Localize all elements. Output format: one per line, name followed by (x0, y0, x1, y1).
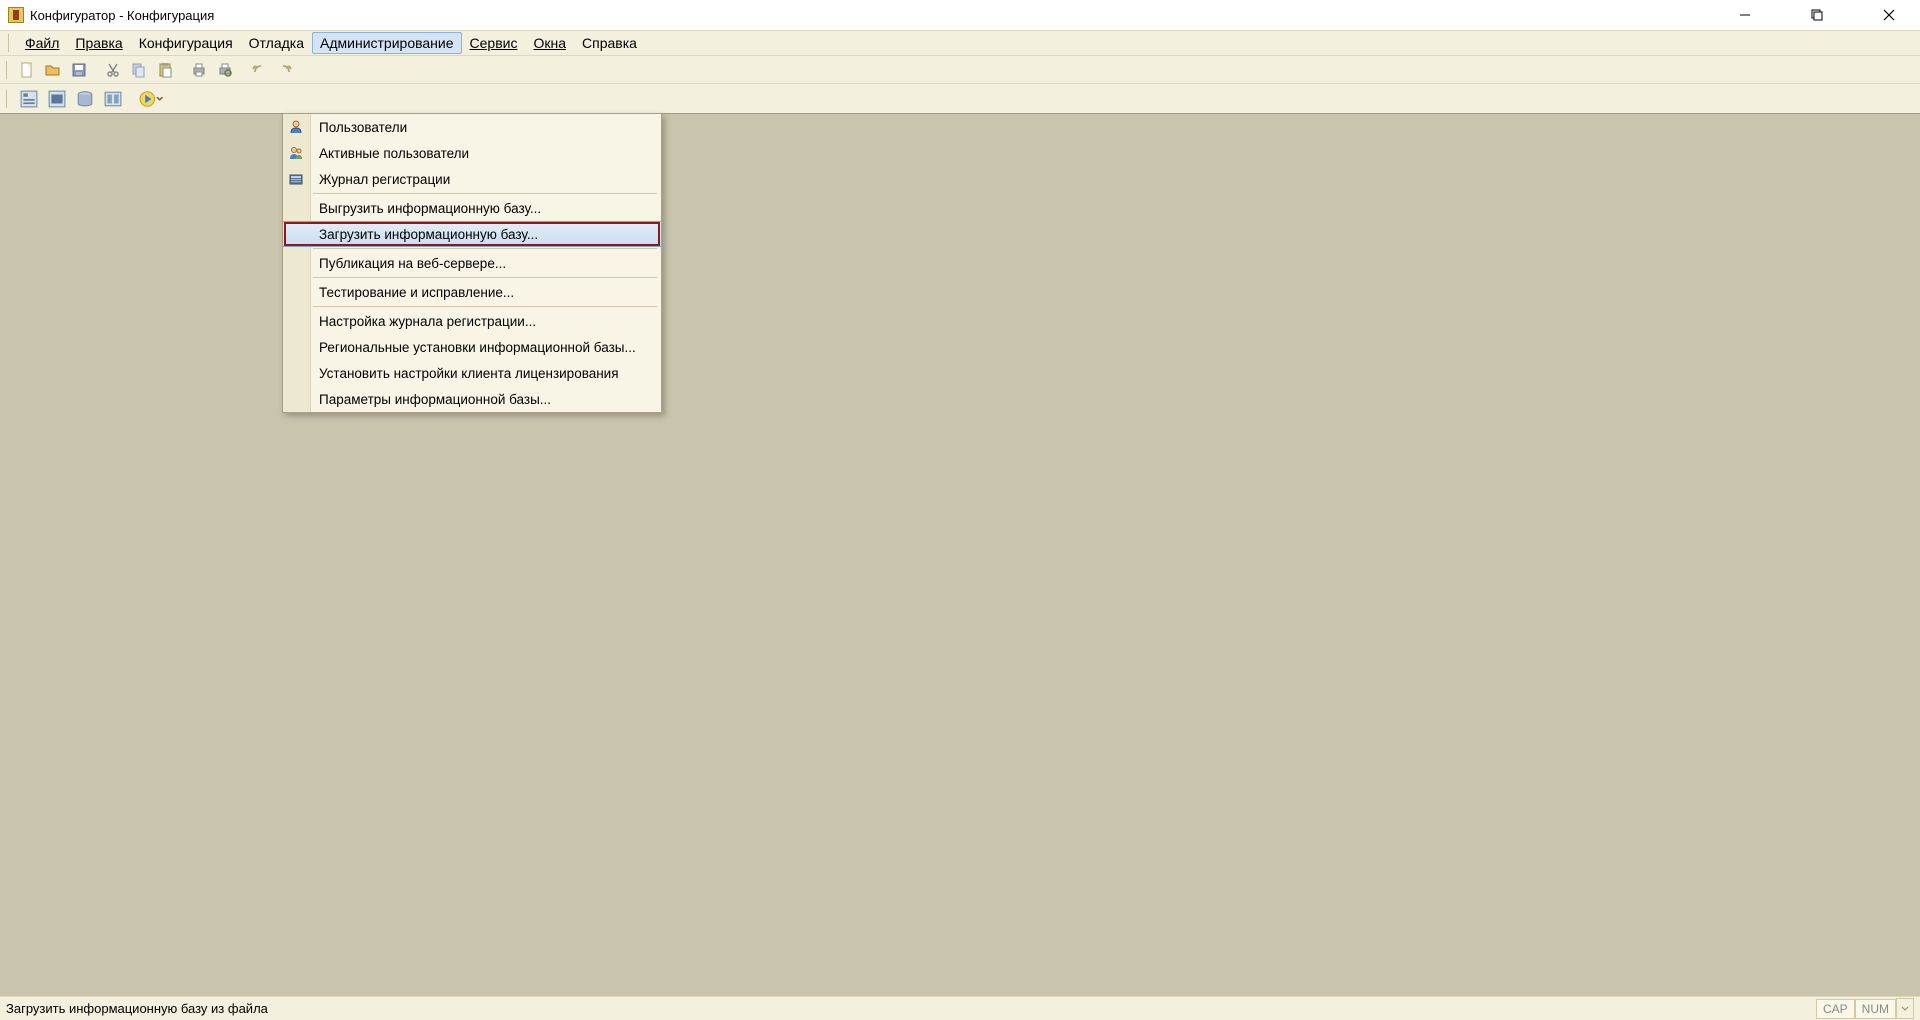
status-menu-button[interactable] (1896, 998, 1914, 1019)
menubar-grip (8, 34, 13, 52)
dd-divider (313, 193, 657, 194)
dd-license-client[interactable]: Установить настройки клиента лицензирова… (283, 360, 661, 386)
user-icon (287, 118, 305, 136)
db-config-button[interactable] (45, 88, 69, 110)
titlebar: Конфигуратор - Конфигурация (0, 0, 1920, 30)
dd-users[interactable]: Пользователи (283, 114, 661, 140)
maximize-button[interactable] (1794, 0, 1840, 30)
new-button[interactable] (15, 59, 39, 81)
window-controls (1722, 0, 1912, 30)
save-button[interactable] (67, 59, 91, 81)
menu-debug[interactable]: Отладка (241, 32, 312, 54)
copy-button[interactable] (127, 59, 151, 81)
dd-load-ib[interactable]: Загрузить информационную базу... (283, 221, 661, 247)
update-db-button[interactable] (73, 88, 97, 110)
dd-ib-params[interactable]: Параметры информационной базы... (283, 386, 661, 412)
users-icon (287, 144, 305, 162)
menu-administration[interactable]: Администрирование (312, 32, 462, 54)
toolbar2-grip (6, 90, 11, 108)
content-area: Пользователи Активные пользователи Журна… (0, 114, 1920, 996)
menu-windows[interactable]: Окна (525, 32, 574, 54)
paste-button[interactable] (153, 59, 177, 81)
cap-indicator: CAP (1816, 999, 1855, 1019)
app-icon (8, 7, 24, 23)
dd-divider (313, 248, 657, 249)
undo-button[interactable] (247, 59, 271, 81)
dd-publish-web[interactable]: Публикация на веб-сервере... (283, 250, 661, 276)
toolbar-grip (6, 61, 11, 79)
log-icon (287, 170, 305, 188)
toolbar-secondary (0, 84, 1920, 114)
dd-active-users[interactable]: Активные пользователи (283, 140, 661, 166)
print-preview-button[interactable] (213, 59, 237, 81)
administration-dropdown: Пользователи Активные пользователи Журна… (282, 113, 662, 413)
menubar: Файл Правка Конфигурация Отладка Админис… (0, 30, 1920, 56)
statusbar: Загрузить информационную базу из файла C… (0, 996, 1920, 1020)
dd-event-log[interactable]: Журнал регистрации (283, 166, 661, 192)
menu-configuration[interactable]: Конфигурация (131, 32, 241, 54)
dd-regional-settings[interactable]: Региональные установки информационной ба… (283, 334, 661, 360)
print-button[interactable] (187, 59, 211, 81)
minimize-button[interactable] (1722, 0, 1768, 30)
menu-help[interactable]: Справка (574, 32, 645, 54)
window-title: Конфигуратор - Конфигурация (30, 8, 214, 23)
compare-button[interactable] (101, 88, 125, 110)
dd-log-settings[interactable]: Настройка журнала регистрации... (283, 308, 661, 334)
start-debug-button[interactable] (139, 88, 163, 110)
menu-service[interactable]: Сервис (462, 32, 526, 54)
close-button[interactable] (1866, 0, 1912, 30)
open-button[interactable] (41, 59, 65, 81)
dd-test-repair[interactable]: Тестирование и исправление... (283, 279, 661, 305)
menu-file[interactable]: Файл (17, 32, 67, 54)
redo-button[interactable] (273, 59, 297, 81)
cut-button[interactable] (101, 59, 125, 81)
dropdown-arrow-icon (156, 96, 163, 102)
dd-divider (313, 277, 657, 278)
config-tree-button[interactable] (17, 88, 41, 110)
toolbar-main (0, 56, 1920, 84)
status-text: Загрузить информационную базу из файла (6, 1001, 268, 1016)
dd-dump-ib[interactable]: Выгрузить информационную базу... (283, 195, 661, 221)
menu-edit[interactable]: Правка (67, 32, 130, 54)
num-indicator: NUM (1855, 999, 1896, 1019)
dd-divider (313, 306, 657, 307)
